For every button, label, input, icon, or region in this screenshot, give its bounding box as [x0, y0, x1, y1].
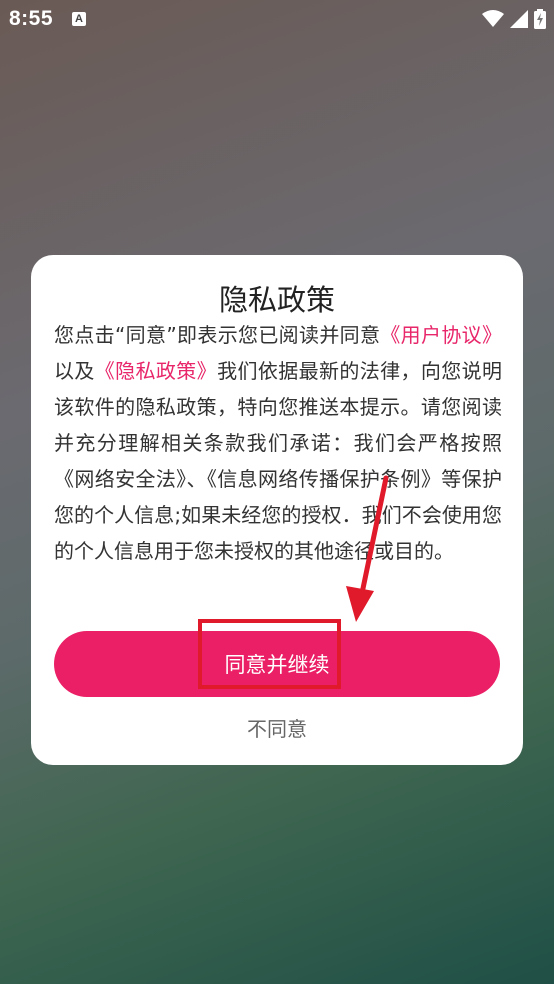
status-time: 8:55 [9, 7, 54, 30]
privacy-policy-link[interactable]: 《隐私政策》 [95, 359, 217, 383]
dialog-title: 隐私政策 [218, 283, 335, 317]
signal-icon [510, 10, 528, 28]
battery-charging-icon [534, 9, 546, 29]
agree-continue-button[interactable]: 同意并继续 [54, 631, 500, 697]
body-and: 以及 [54, 359, 95, 383]
decline-button[interactable]: 不同意 [31, 713, 523, 742]
status-icons [482, 8, 546, 30]
dialog-body: 您点击“同意”即表示您已阅读并同意《用户协议》以及《隐私政策》我们依据最新的法律… [54, 317, 502, 569]
wifi-icon [482, 10, 504, 27]
body-rest: 我们依据最新的法律，向您说明该软件的隐私政策，特向您推送本提示。请您阅读并充分理… [54, 359, 503, 563]
text-a-icon: A [72, 12, 86, 26]
privacy-dialog: 隐私政策 您点击“同意”即表示您已阅读并同意《用户协议》以及《隐私政策》我们依据… [31, 255, 523, 765]
status-bar: 8:55 A [0, 0, 554, 38]
user-agreement-link[interactable]: 《用户协议》 [380, 323, 502, 347]
body-intro: 您点击“同意”即表示您已阅读并同意 [54, 323, 381, 347]
